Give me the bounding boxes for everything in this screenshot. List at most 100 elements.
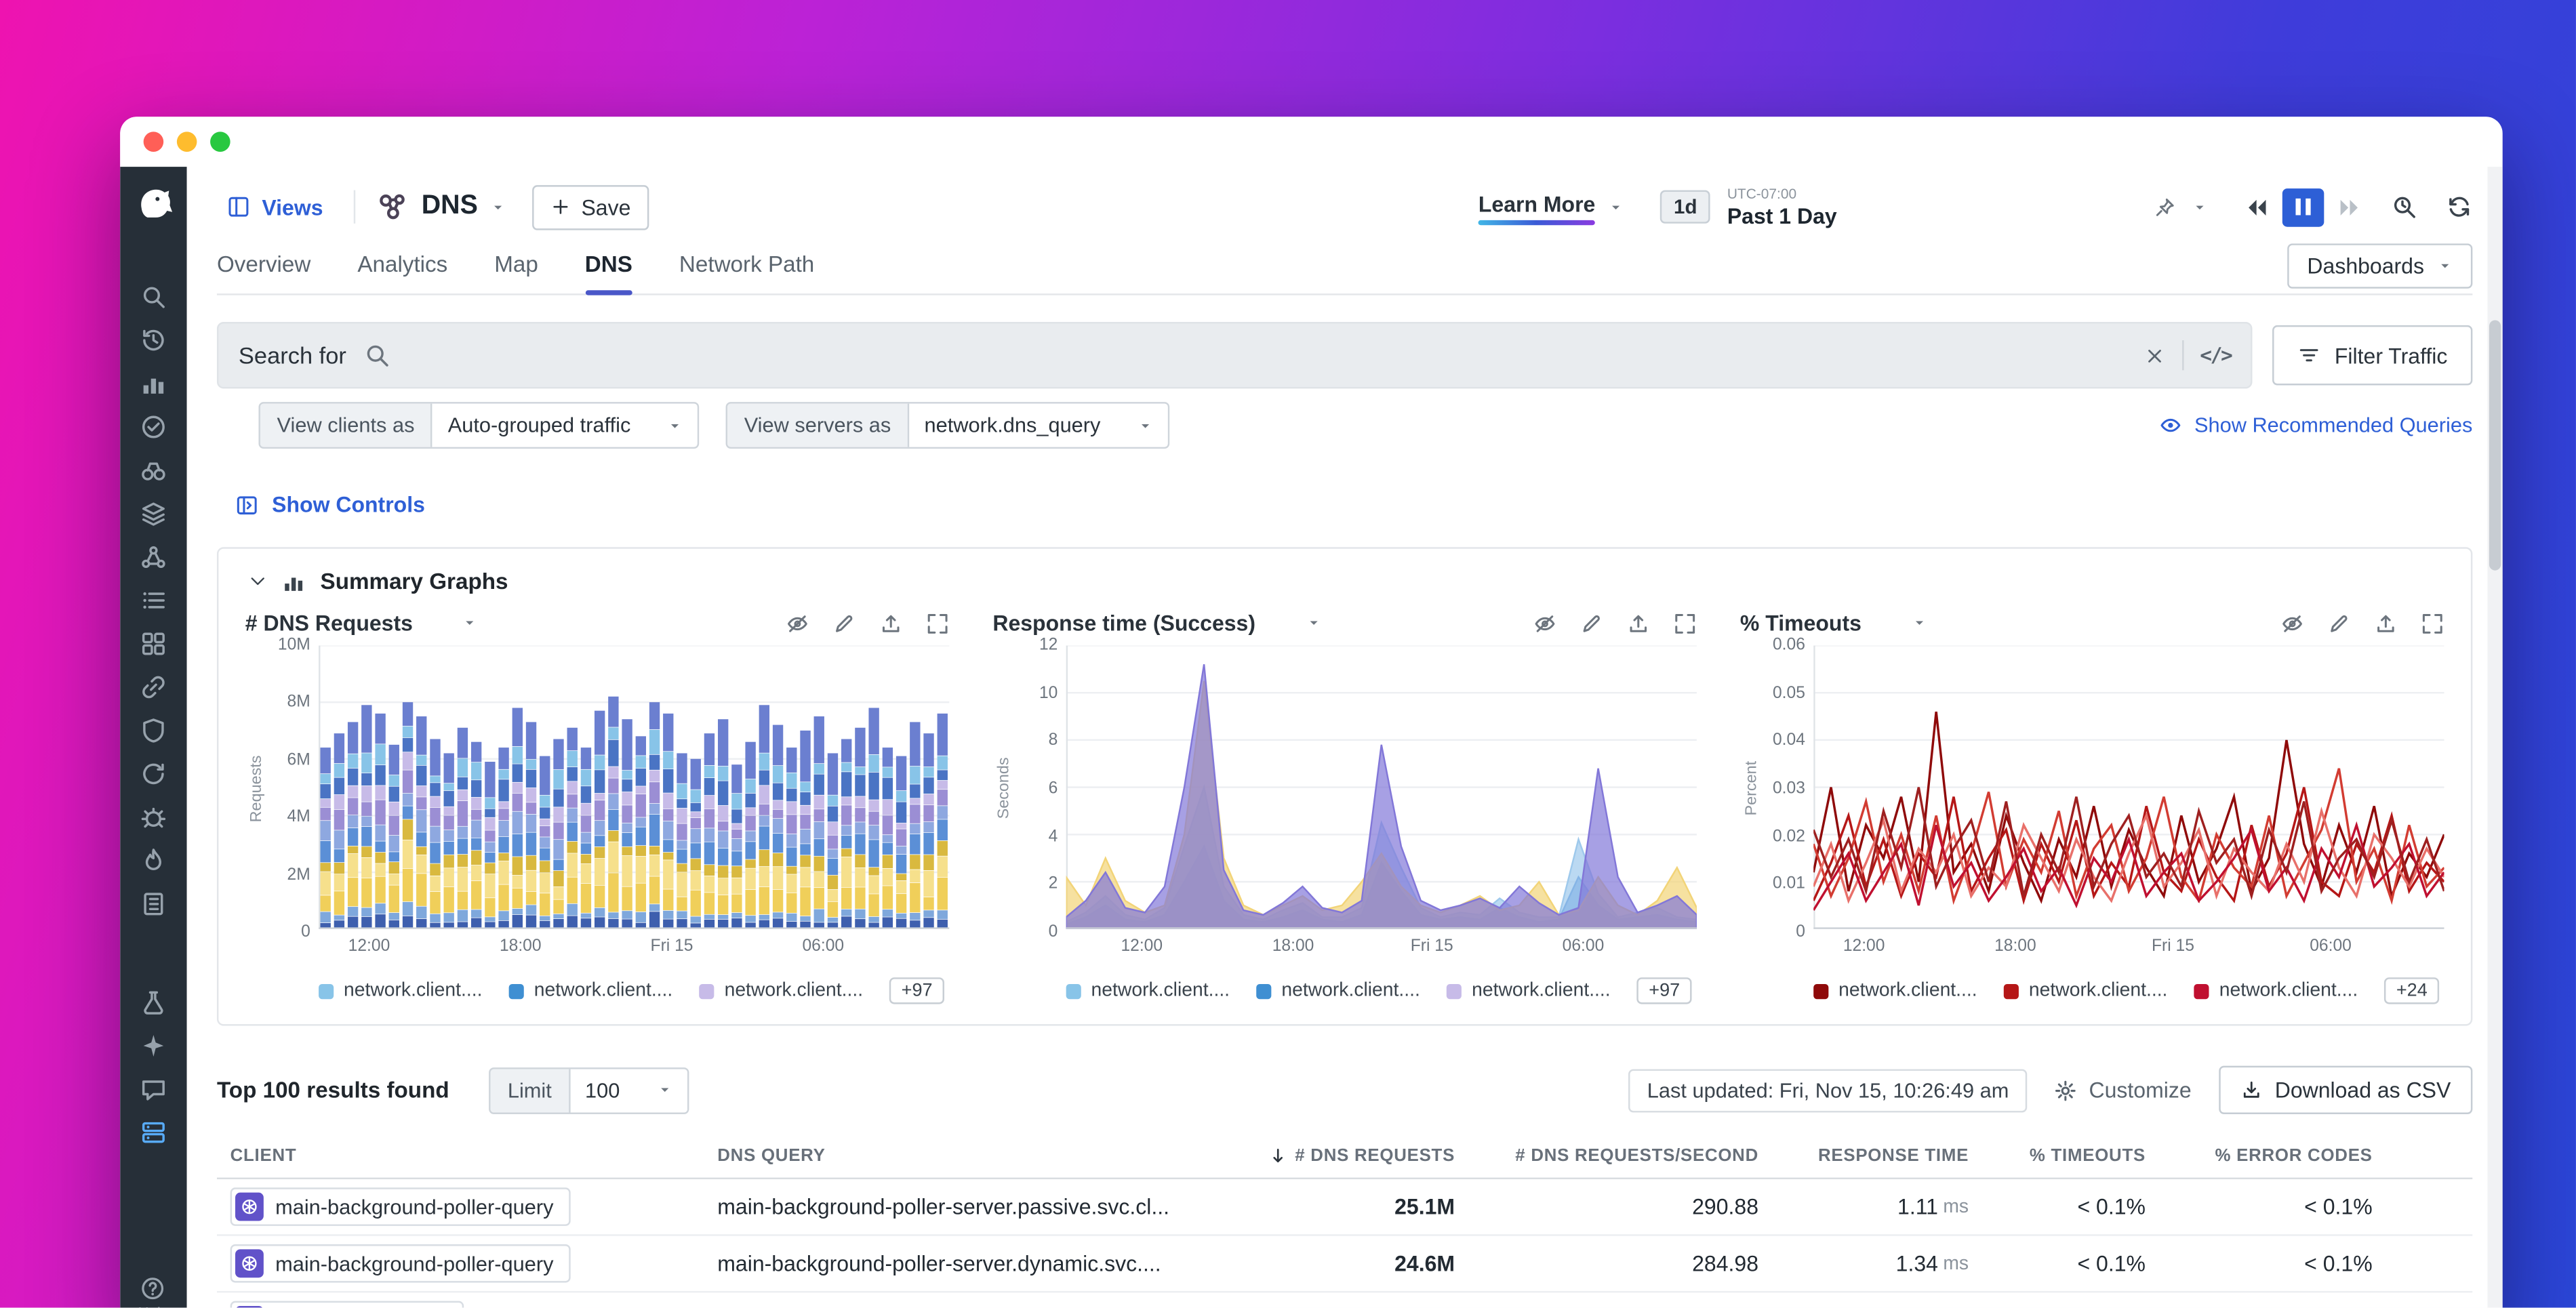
chevron-down-icon[interactable] xyxy=(1306,615,1321,630)
watch-icon[interactable] xyxy=(140,413,167,440)
chevron-down-icon[interactable] xyxy=(2192,199,2207,214)
tab-dns[interactable]: DNS xyxy=(585,252,632,294)
col-response-time[interactable]: RESPONSE TIME xyxy=(1772,1135,1982,1178)
notebook-icon[interactable] xyxy=(140,891,167,917)
layers-icon[interactable] xyxy=(140,500,167,527)
view-clients-select[interactable]: Auto-grouped traffic xyxy=(433,404,698,447)
rewind-button[interactable] xyxy=(2244,195,2269,220)
table-row[interactable]: main-background-poller-query main-backgr… xyxy=(217,1179,2472,1236)
tab-map[interactable]: Map xyxy=(494,252,538,294)
col-nxdomain[interactable]: % NXDOMAI xyxy=(2386,1135,2472,1178)
search-input[interactable] xyxy=(407,340,2127,370)
col-timeouts[interactable]: % TIMEOUTS xyxy=(1982,1135,2159,1178)
chart-title-dropdown[interactable]: % Timeouts xyxy=(1740,611,1927,636)
legend-item[interactable]: network.client.... xyxy=(1256,981,1420,1001)
edit-graph-icon[interactable] xyxy=(2327,611,2350,634)
legend-item[interactable]: network.client.... xyxy=(319,981,482,1001)
chevron-down-icon[interactable] xyxy=(491,199,506,214)
edit-graph-icon[interactable] xyxy=(832,611,856,634)
chart-plot-area[interactable] xyxy=(1066,645,1697,932)
clear-search-icon[interactable] xyxy=(2144,344,2165,366)
flame-icon[interactable] xyxy=(140,847,167,874)
dashboards-button[interactable]: Dashboards xyxy=(2287,243,2472,288)
fullscreen-graph-icon[interactable] xyxy=(2421,611,2444,634)
binoculars-icon[interactable] xyxy=(140,457,167,483)
window-close-button[interactable] xyxy=(144,131,164,152)
summary-graphs-header[interactable]: Summary Graphs xyxy=(249,569,2444,594)
time-range-picker[interactable]: 1d UTC-07:00 Past 1 Day xyxy=(1647,182,2221,232)
bug-icon[interactable] xyxy=(140,804,167,830)
hide-graph-icon[interactable] xyxy=(786,611,809,634)
views-button[interactable]: Views xyxy=(217,188,333,226)
hide-graph-icon[interactable] xyxy=(1533,611,1556,634)
datadog-logo-icon[interactable] xyxy=(134,184,174,224)
legend-overflow-badge[interactable]: +24 xyxy=(2385,977,2439,1004)
page-title-group[interactable]: DNS xyxy=(375,190,506,224)
download-csv-button[interactable]: Download as CSV xyxy=(2218,1066,2472,1114)
col-dns-requests[interactable]: # DNS REQUESTS xyxy=(1255,1135,1468,1178)
legend-item[interactable]: network.client.... xyxy=(509,981,672,1001)
legend-overflow-badge[interactable]: +97 xyxy=(889,977,944,1004)
cluster-icon[interactable] xyxy=(140,544,167,570)
chart-title-dropdown[interactable]: # DNS Requests xyxy=(245,611,478,636)
link-icon[interactable] xyxy=(140,674,167,700)
window-titlebar[interactable] xyxy=(120,117,2502,167)
limit-select[interactable]: 100 xyxy=(570,1068,687,1111)
chart-title-dropdown[interactable]: Response time (Success) xyxy=(992,611,1321,636)
zoom-to-time-icon[interactable] xyxy=(2391,193,2417,220)
sync-icon[interactable] xyxy=(140,760,167,787)
sidebar-help[interactable]: Help xyxy=(138,1276,169,1308)
save-button[interactable]: Save xyxy=(533,184,649,229)
tab-network-path[interactable]: Network Path xyxy=(679,252,814,294)
show-controls-link[interactable]: Show Controls xyxy=(235,492,2472,517)
sort-desc-icon[interactable] xyxy=(1268,1146,1289,1166)
client-chip[interactable]: chaos-engineering xyxy=(230,1301,464,1308)
chevron-down-icon[interactable] xyxy=(1912,615,1927,630)
legend-item[interactable]: network.client.... xyxy=(1813,981,1977,1001)
export-graph-icon[interactable] xyxy=(2374,611,2397,634)
legend-item[interactable]: network.client.... xyxy=(2194,981,2358,1001)
hosts-icon[interactable] xyxy=(140,1119,167,1145)
customize-button[interactable]: Customize xyxy=(2054,1078,2192,1103)
edit-graph-icon[interactable] xyxy=(1580,611,1603,634)
code-query-toggle[interactable]: </> xyxy=(2200,344,2231,367)
help-icon[interactable] xyxy=(141,1276,166,1301)
vertical-scrollbar[interactable] xyxy=(2488,167,2503,1307)
table-row[interactable]: chaos-engineering mongo.default.svc.clus… xyxy=(217,1292,2472,1307)
fullscreen-graph-icon[interactable] xyxy=(1673,611,1696,634)
window-minimize-button[interactable] xyxy=(177,131,197,152)
fast-forward-button[interactable] xyxy=(2337,195,2362,220)
col-error-codes[interactable]: % ERROR CODES xyxy=(2159,1135,2386,1178)
client-chip[interactable]: main-background-poller-query xyxy=(230,1244,570,1283)
collapse-chevron-icon[interactable] xyxy=(249,572,267,590)
client-chip[interactable]: main-background-poller-query xyxy=(230,1187,570,1226)
pause-button[interactable] xyxy=(2282,188,2325,226)
dns-query-cell[interactable]: main-background-poller-server.dynamic.sv… xyxy=(704,1238,1255,1288)
chevron-down-icon[interactable] xyxy=(1609,199,1624,214)
legend-item[interactable]: network.client.... xyxy=(2004,981,2167,1001)
col-dns-query[interactable]: DNS QUERY xyxy=(704,1135,1255,1178)
apps-icon[interactable] xyxy=(140,630,167,657)
col-client[interactable]: CLIENT xyxy=(217,1135,704,1178)
scrollbar-thumb[interactable] xyxy=(2489,321,2501,571)
chat-icon[interactable] xyxy=(140,1076,167,1102)
history-icon[interactable] xyxy=(140,327,167,353)
tab-overview[interactable]: Overview xyxy=(217,252,310,294)
legend-item[interactable]: network.client.... xyxy=(700,981,863,1001)
hide-graph-icon[interactable] xyxy=(2280,611,2303,634)
dns-query-cell[interactable]: main-background-poller-server.passive.sv… xyxy=(704,1182,1255,1232)
sparkle-icon[interactable] xyxy=(140,1032,167,1059)
refresh-icon[interactable] xyxy=(2446,193,2472,220)
pin-timeframe-icon[interactable] xyxy=(2154,196,2175,218)
graph-icon[interactable] xyxy=(140,370,167,396)
shield-icon[interactable] xyxy=(140,717,167,743)
chevron-down-icon[interactable] xyxy=(463,615,478,630)
window-zoom-button[interactable] xyxy=(210,131,230,152)
show-recommended-queries-link[interactable]: Show Recommended Queries xyxy=(2159,413,2472,436)
export-graph-icon[interactable] xyxy=(1627,611,1650,634)
flask-icon[interactable] xyxy=(140,989,167,1015)
time-shortcut-chip[interactable]: 1d xyxy=(1660,190,1710,224)
table-row[interactable]: main-background-poller-query main-backgr… xyxy=(217,1236,2472,1293)
list-icon[interactable] xyxy=(140,587,167,613)
col-requests-per-second[interactable]: # DNS REQUESTS/SECOND xyxy=(1468,1135,1772,1178)
